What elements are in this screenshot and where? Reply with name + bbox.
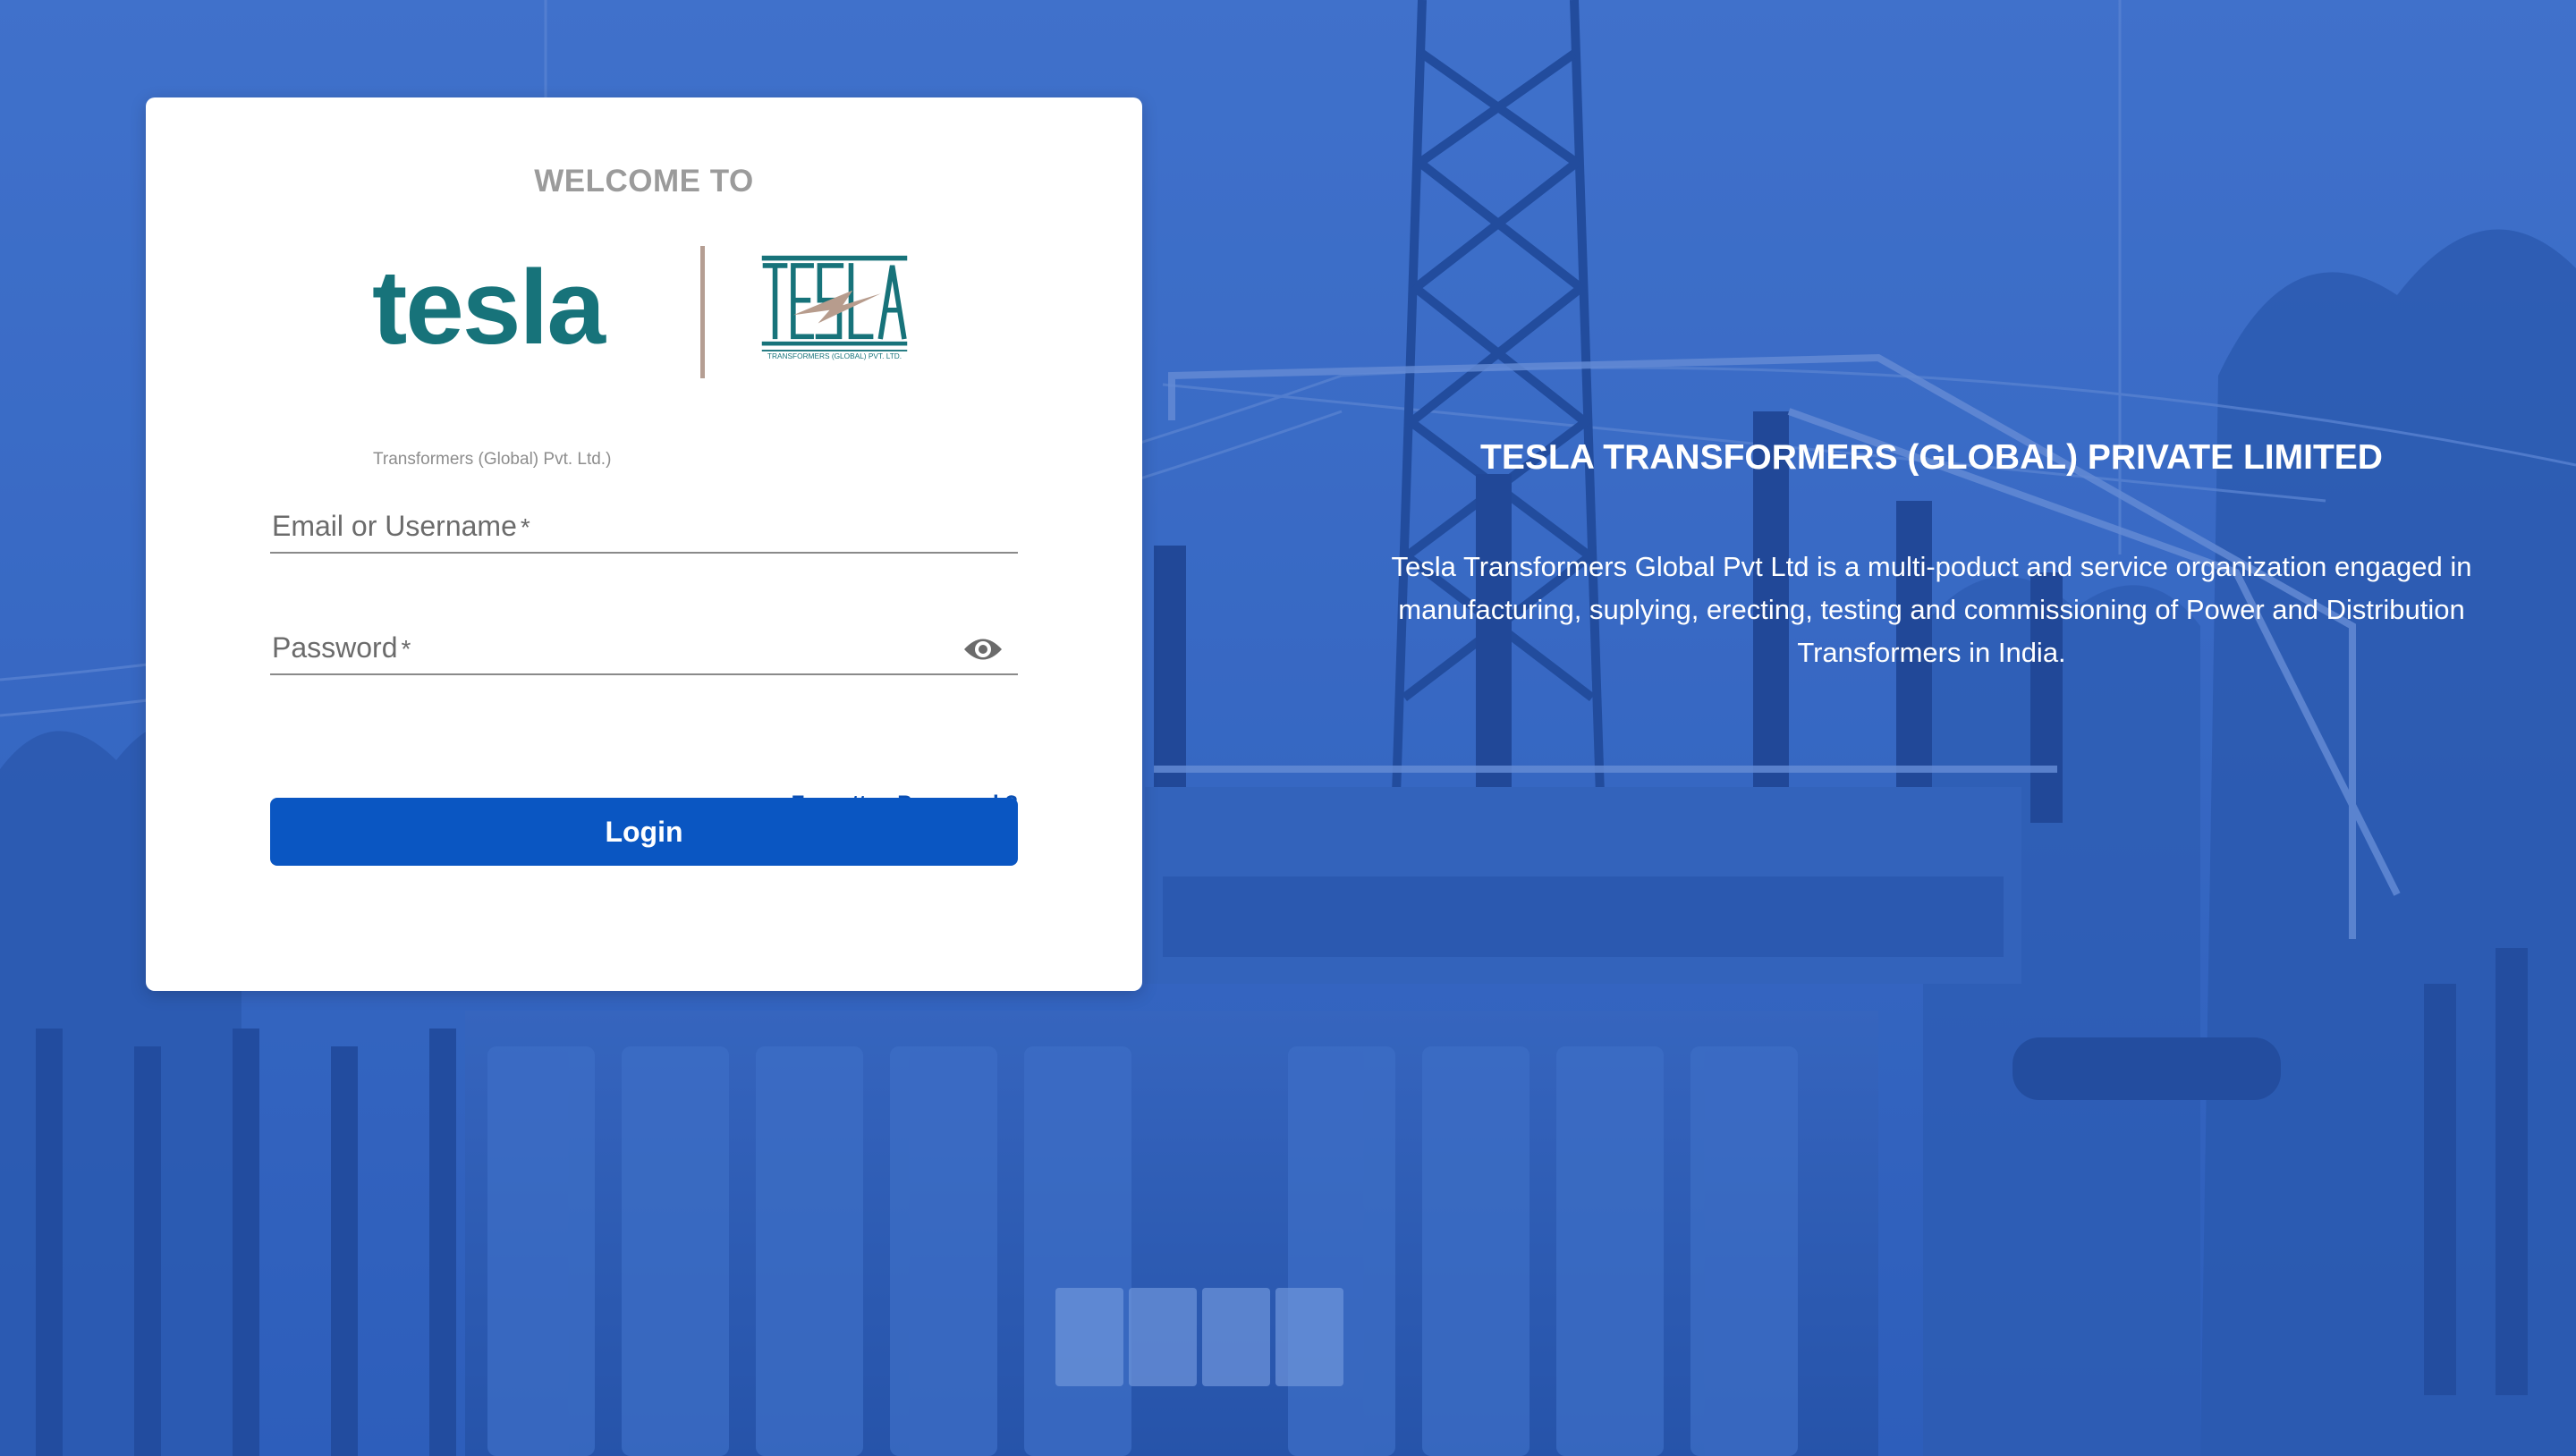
password-input[interactable]	[270, 614, 953, 675]
login-button[interactable]: Login	[270, 798, 1018, 866]
logo-subtitle: Transformers (Global) Pvt. Ltd.)	[373, 450, 612, 469]
logo-wordmark: tesla	[372, 249, 606, 367]
email-input[interactable]	[270, 493, 1021, 554]
company-description: Tesla Transformers Global Pvt Ltd is a m…	[1391, 551, 2472, 668]
login-card: WELCOME TO tesla Transformers (Global) P…	[146, 97, 1142, 991]
login-page: WELCOME TO tesla Transformers (Global) P…	[0, 0, 2576, 1456]
emblem-subtitle: TRANSFORMERS (GLOBAL) PVT. LTD.	[767, 351, 902, 360]
password-field[interactable]: Password *	[270, 614, 1018, 675]
company-logo: tesla Transformers (Global) Pvt. Ltd.) T…	[146, 97, 1142, 469]
logo-divider	[700, 246, 705, 378]
company-title: TESLA TRANSFORMERS (GLOBAL) PRIVATE LIMI…	[1480, 438, 2383, 477]
email-field[interactable]: Email or Username *	[270, 493, 1021, 554]
eye-icon[interactable]	[962, 634, 1004, 665]
tesla-emblem-logo: TRANSFORMERS (GLOBAL) PVT. LTD.	[761, 255, 908, 360]
